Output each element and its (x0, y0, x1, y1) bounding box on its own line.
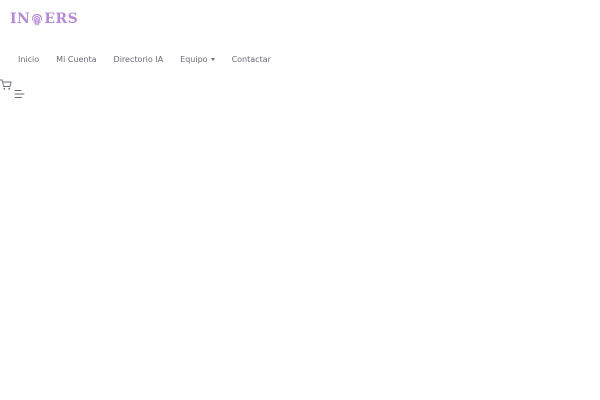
nav-item-label: Contactar (231, 54, 271, 64)
site-logo[interactable]: IN ERS (10, 10, 78, 28)
page: IN ERS Inicio Mi Cuenta Directorio IA Eq… (0, 0, 600, 400)
nav-item-label: Inicio (18, 54, 40, 64)
nav-item-equipo[interactable]: Equipo (180, 54, 215, 64)
logo-text-suffix: ERS (44, 11, 79, 27)
nav-item-directorio-ia[interactable]: Directorio IA (114, 55, 164, 64)
nav-item-contactar[interactable]: Contactar (232, 55, 271, 64)
nav-item-label: Equipo (180, 54, 208, 64)
logo-text-prefix: IN (10, 11, 31, 27)
hamburger-menu-icon[interactable] (14, 89, 25, 99)
main-nav: Inicio Mi Cuenta Directorio IA Equipo Co… (18, 52, 271, 66)
shopping-cart-icon[interactable] (0, 79, 12, 91)
nav-item-mi-cuenta[interactable]: Mi Cuenta (56, 55, 96, 64)
nav-item-label: Mi Cuenta (56, 54, 97, 64)
fingerprint-icon (32, 13, 43, 26)
nav-item-inicio[interactable]: Inicio (18, 55, 39, 64)
nav-item-label: Directorio IA (113, 54, 164, 64)
caret-down-icon (210, 57, 215, 61)
